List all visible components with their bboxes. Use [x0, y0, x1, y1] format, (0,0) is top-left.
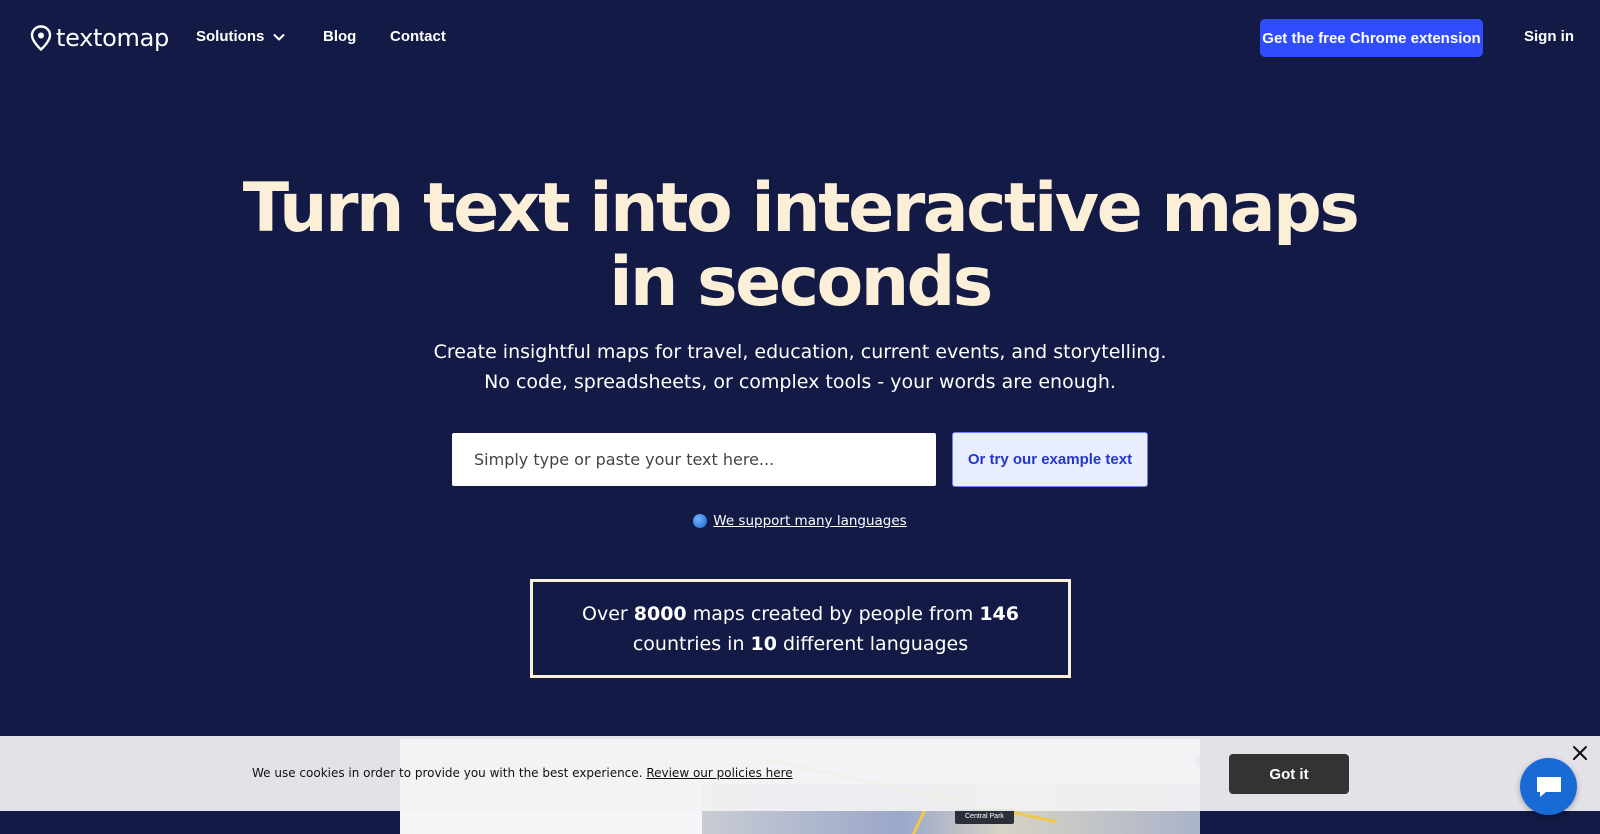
- nav-blog[interactable]: Blog: [323, 28, 356, 45]
- cookie-policy-link[interactable]: Review our policies here: [646, 766, 792, 780]
- chevron-down-icon: [273, 33, 285, 40]
- text-input[interactable]: [452, 433, 936, 486]
- logo[interactable]: textomap: [30, 24, 169, 52]
- stats-countries-count: 146: [979, 602, 1019, 625]
- chat-bubble-icon: [1536, 776, 1561, 797]
- hero-title-line2: in seconds: [609, 243, 993, 322]
- cookie-accept-button[interactable]: Got it: [1229, 754, 1349, 794]
- stats-line2-prefix: countries in: [632, 632, 745, 655]
- nav-solutions[interactable]: Solutions: [196, 28, 286, 45]
- nav-contact-label: Contact: [390, 28, 446, 45]
- logo-text: textomap: [56, 24, 169, 52]
- languages-link[interactable]: We support many languages: [713, 513, 906, 529]
- hero-title: Turn text into interactive maps in secon…: [0, 172, 1600, 320]
- stats-line1: Over 8000 maps created by people from 14…: [582, 599, 1019, 629]
- close-icon[interactable]: [1572, 745, 1588, 761]
- hero-subtitle-line2: No code, spreadsheets, or complex tools …: [484, 371, 1116, 393]
- sign-in-link[interactable]: Sign in: [1524, 28, 1574, 45]
- example-text-button[interactable]: Or try our example text: [952, 432, 1148, 487]
- globe-icon: [693, 514, 708, 528]
- hero-subtitle: Create insightful maps for travel, educa…: [0, 337, 1600, 397]
- cookie-message: We use cookies in order to provide you w…: [252, 766, 643, 780]
- nav-blog-label: Blog: [323, 28, 357, 45]
- nav-solutions-label: Solutions: [196, 28, 265, 45]
- stats-suffix: different languages: [783, 632, 969, 655]
- map-pin-icon: [30, 25, 52, 51]
- stats-box: Over 8000 maps created by people from 14…: [530, 579, 1071, 678]
- cookie-banner: We use cookies in order to provide you w…: [0, 736, 1600, 811]
- stats-prefix: Over: [582, 602, 628, 625]
- chrome-extension-button[interactable]: Get the free Chrome extension: [1260, 19, 1483, 57]
- stats-line2: countries in 10 different languages: [633, 629, 968, 659]
- chat-button[interactable]: [1520, 758, 1577, 815]
- cookie-text: We use cookies in order to provide you w…: [252, 766, 793, 780]
- hero-subtitle-line1: Create insightful maps for travel, educa…: [433, 341, 1167, 363]
- languages-row: We support many languages: [0, 513, 1600, 529]
- stats-maps-count: 8000: [633, 602, 687, 625]
- hero-title-line1: Turn text into interactive maps: [242, 169, 1360, 248]
- top-nav: textomap Solutions Blog Contact Get the …: [0, 0, 1600, 76]
- preview-map-label: Central Park: [955, 809, 1014, 824]
- stats-languages-count: 10: [750, 632, 777, 655]
- nav-contact[interactable]: Contact: [390, 28, 446, 45]
- stats-mid: maps created by people from: [692, 602, 974, 625]
